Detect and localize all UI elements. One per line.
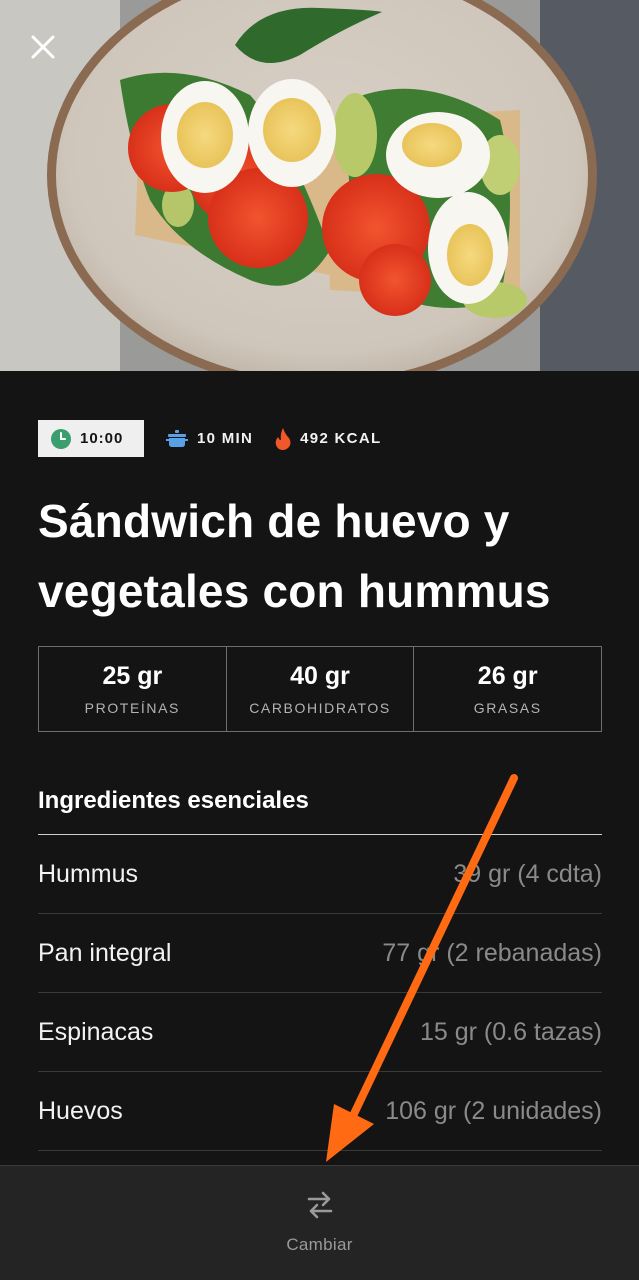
ingredient-name: Pan integral [38, 938, 172, 967]
ingredients-list: Hummus 39 gr (4 cdta) Pan integral 77 gr… [38, 834, 602, 1151]
ingredient-name: Huevos [38, 1096, 123, 1125]
macro-value: 25 gr [102, 662, 163, 690]
macro-protein: 25 gr PROTEÍNAS [39, 647, 226, 731]
list-item[interactable]: Espinacas 15 gr (0.6 tazas) [38, 993, 602, 1072]
macro-value: 40 gr [290, 662, 350, 690]
recipe-photo [0, 0, 639, 371]
pot-icon [166, 429, 188, 448]
close-icon [31, 35, 55, 59]
recipe-title: Sándwich de huevo y vegetales con hummus [38, 495, 551, 617]
macro-label: CARBOHIDRATOS [249, 700, 391, 716]
swap-arrows-icon [305, 1188, 335, 1222]
recipe-meta-row: 10:00 10 MIN 492 KCAL [38, 420, 381, 457]
macro-label: GRASAS [473, 700, 542, 716]
ingredient-quantity: 15 gr (0.6 tazas) [419, 1017, 602, 1046]
ingredient-name: Espinacas [38, 1017, 154, 1046]
macros-table: 25 gr PROTEÍNAS 40 gr CARBOHIDRATOS 26 g… [38, 646, 602, 732]
list-item[interactable]: Pan integral 77 gr (2 rebanadas) [38, 914, 602, 993]
recipe-detail-screen: 10:00 10 MIN 492 KCAL Sándwich de huevo … [0, 0, 639, 1280]
swap-label: Cambiar [286, 1235, 353, 1254]
flame-icon [275, 427, 291, 450]
time-chip: 10:00 [38, 420, 144, 457]
macro-value: 26 gr [477, 662, 538, 690]
sandwich-photo [0, 0, 639, 371]
ingredients-heading: Ingredientes esenciales [38, 787, 309, 814]
prep-duration: 10 MIN [166, 429, 254, 448]
calories-label: 492 KCAL [300, 430, 382, 447]
bottom-action-bar: Cambiar [0, 1165, 639, 1280]
clock-icon [51, 428, 71, 449]
calorie-count: 492 KCAL [275, 427, 382, 450]
ingredient-name: Hummus [38, 859, 139, 888]
macro-carbs: 40 gr CARBOHIDRATOS [225, 647, 414, 731]
ingredient-quantity: 77 gr (2 rebanadas) [382, 938, 602, 967]
macro-fat: 26 gr GRASAS [413, 647, 601, 731]
meal-time: 10:00 [80, 430, 124, 447]
recipe-content: 10:00 10 MIN 492 KCAL Sándwich de huevo … [0, 371, 639, 1165]
ingredient-quantity: 106 gr (2 unidades) [385, 1096, 602, 1125]
duration-label: 10 MIN [197, 430, 254, 447]
list-item[interactable]: Hummus 39 gr (4 cdta) [38, 835, 602, 914]
close-button[interactable] [30, 34, 68, 72]
swap-button[interactable]: Cambiar [286, 1188, 352, 1280]
list-item[interactable]: Huevos 106 gr (2 unidades) [38, 1072, 602, 1151]
ingredient-quantity: 39 gr (4 cdta) [453, 859, 602, 888]
macro-label: PROTEÍNAS [84, 700, 180, 716]
